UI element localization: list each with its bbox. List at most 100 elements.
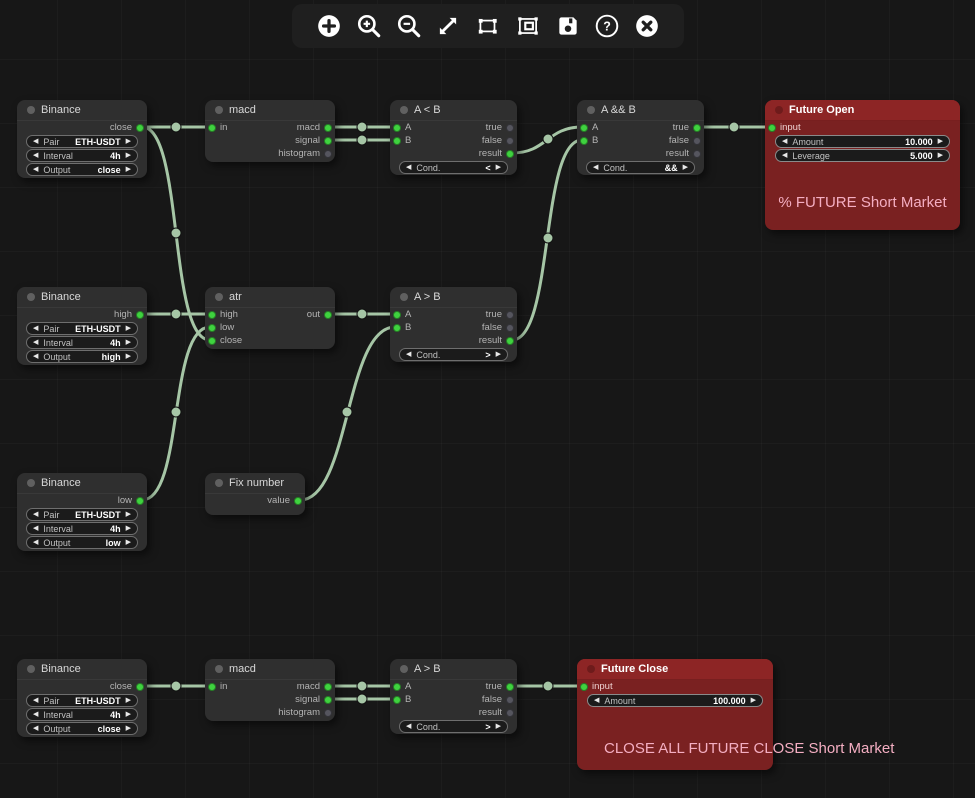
stepper-right-icon[interactable] (126, 353, 131, 360)
stepper-right-icon[interactable] (938, 152, 943, 159)
output-port[interactable] (693, 150, 701, 158)
node-future-close[interactable]: Future Close input Amount 100.000 CLOSE … (577, 659, 773, 770)
output-port[interactable] (506, 324, 514, 332)
group-nodes-button[interactable] (513, 11, 543, 41)
stepper-right-icon[interactable] (126, 152, 131, 159)
output-port[interactable] (506, 311, 514, 319)
cond-select[interactable]: Cond. < (399, 161, 508, 174)
node-editor-canvas[interactable]: ? (0, 0, 975, 798)
output-select[interactable]: Output low (26, 536, 138, 549)
stepper-left-icon[interactable] (33, 339, 38, 346)
select-nodes-button[interactable] (473, 11, 503, 41)
node-binance-1[interactable]: Binance close Pair ETH-USDT Interval 4h … (17, 100, 147, 178)
node-macd-1[interactable]: macd in macd signal histogram (205, 100, 335, 162)
stepper-right-icon[interactable] (126, 325, 131, 332)
output-port[interactable] (693, 124, 701, 132)
output-select[interactable]: Output high (26, 350, 138, 363)
stepper-right-icon[interactable] (126, 166, 131, 173)
stepper-left-icon[interactable] (33, 166, 38, 173)
stepper-left-icon[interactable] (33, 325, 38, 332)
node-macd-2[interactable]: macd in macd signal histogram (205, 659, 335, 721)
node-header[interactable]: Future Open (765, 100, 960, 121)
add-node-button[interactable] (314, 11, 344, 41)
stepper-right-icon[interactable] (496, 723, 501, 730)
pair-select[interactable]: Pair ETH-USDT (26, 694, 138, 707)
interval-select[interactable]: Interval 4h (26, 522, 138, 535)
input-port[interactable] (393, 124, 401, 132)
close-button[interactable] (632, 11, 662, 41)
node-header[interactable]: Binance (17, 659, 147, 680)
node-a-gt-b-2[interactable]: A > B A true B false result Cond. > (390, 659, 517, 734)
output-port[interactable] (506, 709, 514, 717)
stepper-left-icon[interactable] (33, 138, 38, 145)
collapse-dot-icon[interactable] (215, 106, 223, 114)
output-select[interactable]: Output close (26, 163, 138, 176)
help-button[interactable]: ? (592, 11, 622, 41)
collapse-dot-icon[interactable] (215, 293, 223, 301)
node-binance-4[interactable]: Binance close Pair ETH-USDT Interval 4h … (17, 659, 147, 737)
stepper-right-icon[interactable] (126, 697, 131, 704)
output-port[interactable] (693, 137, 701, 145)
node-header[interactable]: A > B (390, 287, 517, 308)
pair-select[interactable]: Pair ETH-USDT (26, 508, 138, 521)
collapse-dot-icon[interactable] (587, 106, 595, 114)
stepper-left-icon[interactable] (33, 525, 38, 532)
amount-stepper[interactable]: Amount 100.000 (587, 694, 763, 707)
amount-stepper[interactable]: Amount 10.000 (775, 135, 950, 148)
node-header[interactable]: macd (205, 100, 335, 121)
stepper-left-icon[interactable] (33, 539, 38, 546)
output-port[interactable] (294, 497, 302, 505)
cond-select[interactable]: Cond. > (399, 348, 508, 361)
output-port[interactable] (506, 137, 514, 145)
interval-select[interactable]: Interval 4h (26, 336, 138, 349)
input-port[interactable] (208, 337, 216, 345)
node-header[interactable]: A > B (390, 659, 517, 680)
node-atr[interactable]: atr high out low close (205, 287, 335, 349)
stepper-left-icon[interactable] (406, 351, 411, 358)
node-binance-2[interactable]: Binance high Pair ETH-USDT Interval 4h O… (17, 287, 147, 365)
input-port[interactable] (580, 137, 588, 145)
output-port[interactable] (324, 709, 332, 717)
output-port[interactable] (324, 124, 332, 132)
node-header[interactable]: A && B (577, 100, 704, 121)
collapse-dot-icon[interactable] (27, 665, 35, 673)
node-fix-number[interactable]: Fix number value (205, 473, 305, 515)
output-port[interactable] (324, 696, 332, 704)
output-select[interactable]: Output close (26, 722, 138, 735)
stepper-right-icon[interactable] (126, 711, 131, 718)
input-port[interactable] (208, 124, 216, 132)
collapse-dot-icon[interactable] (400, 106, 408, 114)
stepper-left-icon[interactable] (33, 511, 38, 518)
stepper-left-icon[interactable] (33, 711, 38, 718)
stepper-left-icon[interactable] (33, 697, 38, 704)
input-port[interactable] (768, 124, 776, 132)
stepper-right-icon[interactable] (126, 525, 131, 532)
collapse-dot-icon[interactable] (27, 293, 35, 301)
output-port[interactable] (136, 497, 144, 505)
stepper-left-icon[interactable] (782, 152, 787, 159)
node-header[interactable]: Future Close (577, 659, 773, 680)
expand-view-button[interactable] (433, 11, 463, 41)
interval-select[interactable]: Interval 4h (26, 708, 138, 721)
stepper-right-icon[interactable] (751, 697, 756, 704)
link[interactable] (142, 127, 210, 340)
stepper-left-icon[interactable] (406, 723, 411, 730)
output-port[interactable] (506, 124, 514, 132)
node-header[interactable]: atr (205, 287, 335, 308)
stepper-right-icon[interactable] (126, 511, 131, 518)
node-a-and-b[interactable]: A && B A true B false result Cond. && (577, 100, 704, 175)
input-port[interactable] (393, 324, 401, 332)
stepper-left-icon[interactable] (406, 164, 411, 171)
output-port[interactable] (506, 150, 514, 158)
stepper-right-icon[interactable] (126, 138, 131, 145)
node-a-gt-b-1[interactable]: A > B A true B false result Cond. > (390, 287, 517, 362)
output-port[interactable] (506, 696, 514, 704)
collapse-dot-icon[interactable] (400, 665, 408, 673)
input-port[interactable] (580, 124, 588, 132)
stepper-left-icon[interactable] (33, 353, 38, 360)
input-port[interactable] (580, 683, 588, 691)
input-port[interactable] (393, 137, 401, 145)
pair-select[interactable]: Pair ETH-USDT (26, 322, 138, 335)
cond-select[interactable]: Cond. > (399, 720, 508, 733)
node-binance-3[interactable]: Binance low Pair ETH-USDT Interval 4h Ou… (17, 473, 147, 551)
